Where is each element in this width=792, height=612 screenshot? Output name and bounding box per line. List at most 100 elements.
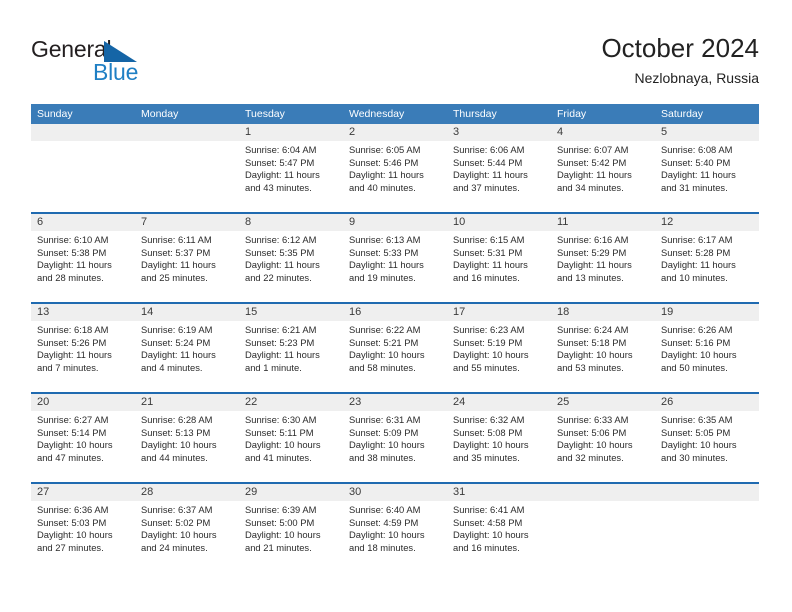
calendar-day-cell[interactable]: 13 Sunrise: 6:18 AM Sunset: 5:26 PM Dayligh… <box>31 304 135 392</box>
calendar-day-cell[interactable]: 16 Sunrise: 6:22 AM Sunset: 5:21 PM Dayligh… <box>343 304 447 392</box>
weekday-header-saturday: Saturday <box>661 108 704 120</box>
calendar-day-cell[interactable]: 25 Sunrise: 6:33 AM Sunset: 5:06 PM Dayligh… <box>551 394 655 482</box>
day-number <box>135 124 239 141</box>
calendar-day-cell[interactable]: 26 Sunrise: 6:35 AM Sunset: 5:05 PM Dayligh… <box>655 394 759 482</box>
calendar-day-cell[interactable]: 14 Sunrise: 6:19 AM Sunset: 5:24 PM Dayligh… <box>135 304 239 392</box>
sunrise-text: Sunrise: 6:12 AM <box>245 234 317 245</box>
calendar-week-row: 6 Sunrise: 6:10 AM Sunset: 5:38 PM Daylight… <box>31 212 759 302</box>
daylight-text: Daylight: 10 hours and 58 minutes. <box>349 349 425 373</box>
day-sun-info: Sunrise: 6:23 AM Sunset: 5:19 PM Daylight:… <box>447 321 551 374</box>
sunset-text: Sunset: 5:38 PM <box>37 246 107 258</box>
calendar-day-cell[interactable]: 28 Sunrise: 6:37 AM Sunset: 5:02 PM Dayligh… <box>135 484 239 572</box>
sunset-text: Sunset: 5:00 PM <box>245 516 315 528</box>
day-sun-info: Sunrise: 6:15 AM Sunset: 5:31 PM Daylight:… <box>447 231 551 284</box>
day-number: 13 <box>31 304 135 321</box>
sunset-text: Sunset: 5:40 PM <box>661 156 731 168</box>
sunset-text: Sunset: 5:14 PM <box>37 426 107 438</box>
day-number: 23 <box>343 394 447 411</box>
day-number: 3 <box>447 124 551 141</box>
calendar-day-cell[interactable]: 9 Sunrise: 6:13 AM Sunset: 5:33 PM Daylight… <box>343 214 447 302</box>
calendar-day-cell-empty <box>655 484 759 572</box>
calendar-day-cell[interactable]: 29 Sunrise: 6:39 AM Sunset: 5:00 PM Dayligh… <box>239 484 343 572</box>
day-number <box>551 484 655 501</box>
calendar-day-cell[interactable]: 1 Sunrise: 6:04 AM Sunset: 5:47 PM Daylight… <box>239 124 343 212</box>
day-sun-info: Sunrise: 6:12 AM Sunset: 5:35 PM Daylight:… <box>239 231 343 284</box>
calendar-week-row: 20 Sunrise: 6:27 AM Sunset: 5:14 PM Dayligh… <box>31 392 759 482</box>
day-sun-info: Sunrise: 6:05 AM Sunset: 5:46 PM Daylight:… <box>343 141 447 194</box>
calendar-day-cell[interactable]: 5 Sunrise: 6:08 AM Sunset: 5:40 PM Daylight… <box>655 124 759 212</box>
calendar-day-cell[interactable]: 27 Sunrise: 6:36 AM Sunset: 5:03 PM Dayligh… <box>31 484 135 572</box>
day-number <box>31 124 135 141</box>
day-number: 27 <box>31 484 135 501</box>
weeks-container: 1 Sunrise: 6:04 AM Sunset: 5:47 PM Daylight… <box>31 124 759 572</box>
sunrise-text: Sunrise: 6:40 AM <box>349 504 421 515</box>
calendar-day-cell[interactable]: 6 Sunrise: 6:10 AM Sunset: 5:38 PM Daylight… <box>31 214 135 302</box>
day-number: 2 <box>343 124 447 141</box>
sunset-text: Sunset: 5:19 PM <box>453 336 523 348</box>
daylight-text: Daylight: 10 hours and 47 minutes. <box>37 439 113 463</box>
day-sun-info: Sunrise: 6:24 AM Sunset: 5:18 PM Daylight:… <box>551 321 655 374</box>
sunrise-text: Sunrise: 6:06 AM <box>453 144 525 155</box>
calendar-week-row: 27 Sunrise: 6:36 AM Sunset: 5:03 PM Dayligh… <box>31 482 759 572</box>
daylight-text: Daylight: 11 hours and 19 minutes. <box>349 259 424 283</box>
day-sun-info: Sunrise: 6:10 AM Sunset: 5:38 PM Daylight:… <box>31 231 135 284</box>
daylight-text: Daylight: 11 hours and 10 minutes. <box>661 259 736 283</box>
calendar-day-cell[interactable]: 17 Sunrise: 6:23 AM Sunset: 5:19 PM Dayligh… <box>447 304 551 392</box>
sunrise-text: Sunrise: 6:30 AM <box>245 414 317 425</box>
day-sun-info: Sunrise: 6:04 AM Sunset: 5:47 PM Daylight:… <box>239 141 343 194</box>
sunset-text: Sunset: 5:35 PM <box>245 246 315 258</box>
daylight-text: Daylight: 11 hours and 31 minutes. <box>661 169 736 193</box>
sunrise-text: Sunrise: 6:31 AM <box>349 414 421 425</box>
day-number: 15 <box>239 304 343 321</box>
day-number: 8 <box>239 214 343 231</box>
calendar-day-cell[interactable]: 31 Sunrise: 6:41 AM Sunset: 4:58 PM Dayligh… <box>447 484 551 572</box>
daylight-text: Daylight: 11 hours and 37 minutes. <box>453 169 528 193</box>
day-number: 14 <box>135 304 239 321</box>
daylight-text: Daylight: 10 hours and 53 minutes. <box>557 349 633 373</box>
sunrise-text: Sunrise: 6:22 AM <box>349 324 421 335</box>
calendar-day-cell[interactable]: 12 Sunrise: 6:17 AM Sunset: 5:28 PM Dayligh… <box>655 214 759 302</box>
day-number: 25 <box>551 394 655 411</box>
day-number <box>655 484 759 501</box>
daylight-text: Daylight: 11 hours and 13 minutes. <box>557 259 632 283</box>
sunset-text: Sunset: 5:08 PM <box>453 426 523 438</box>
calendar-day-cell[interactable]: 2 Sunrise: 6:05 AM Sunset: 5:46 PM Daylight… <box>343 124 447 212</box>
logo-text-blue: Blue <box>93 59 139 85</box>
sunrise-text: Sunrise: 6:24 AM <box>557 324 629 335</box>
day-sun-info: Sunrise: 6:16 AM Sunset: 5:29 PM Daylight:… <box>551 231 655 284</box>
day-number: 10 <box>447 214 551 231</box>
calendar-day-cell[interactable]: 10 Sunrise: 6:15 AM Sunset: 5:31 PM Dayligh… <box>447 214 551 302</box>
day-number: 22 <box>239 394 343 411</box>
sunset-text: Sunset: 5:28 PM <box>661 246 731 258</box>
day-number: 12 <box>655 214 759 231</box>
day-number: 24 <box>447 394 551 411</box>
day-sun-info: Sunrise: 6:08 AM Sunset: 5:40 PM Daylight:… <box>655 141 759 194</box>
calendar-day-cell[interactable]: 20 Sunrise: 6:27 AM Sunset: 5:14 PM Dayligh… <box>31 394 135 482</box>
sunrise-text: Sunrise: 6:23 AM <box>453 324 525 335</box>
day-number: 1 <box>239 124 343 141</box>
sunset-text: Sunset: 4:58 PM <box>453 516 523 528</box>
calendar-day-cell[interactable]: 3 Sunrise: 6:06 AM Sunset: 5:44 PM Daylight… <box>447 124 551 212</box>
calendar-day-cell[interactable]: 7 Sunrise: 6:11 AM Sunset: 5:37 PM Daylight… <box>135 214 239 302</box>
daylight-text: Daylight: 10 hours and 18 minutes. <box>349 529 425 553</box>
calendar-day-cell[interactable]: 23 Sunrise: 6:31 AM Sunset: 5:09 PM Dayligh… <box>343 394 447 482</box>
day-number: 29 <box>239 484 343 501</box>
sunrise-text: Sunrise: 6:13 AM <box>349 234 421 245</box>
day-sun-info: Sunrise: 6:36 AM Sunset: 5:03 PM Daylight:… <box>31 501 135 554</box>
calendar-day-cell[interactable]: 24 Sunrise: 6:32 AM Sunset: 5:08 PM Dayligh… <box>447 394 551 482</box>
calendar-day-cell[interactable]: 21 Sunrise: 6:28 AM Sunset: 5:13 PM Dayligh… <box>135 394 239 482</box>
sunrise-text: Sunrise: 6:37 AM <box>141 504 213 515</box>
sunset-text: Sunset: 5:16 PM <box>661 336 731 348</box>
day-sun-info: Sunrise: 6:37 AM Sunset: 5:02 PM Daylight:… <box>135 501 239 554</box>
day-sun-info: Sunrise: 6:31 AM Sunset: 5:09 PM Daylight:… <box>343 411 447 464</box>
calendar-day-cell[interactable]: 30 Sunrise: 6:40 AM Sunset: 4:59 PM Dayligh… <box>343 484 447 572</box>
sunset-text: Sunset: 5:02 PM <box>141 516 211 528</box>
calendar-day-cell[interactable]: 18 Sunrise: 6:24 AM Sunset: 5:18 PM Dayligh… <box>551 304 655 392</box>
calendar-day-cell[interactable]: 4 Sunrise: 6:07 AM Sunset: 5:42 PM Daylight… <box>551 124 655 212</box>
calendar-day-cell[interactable]: 15 Sunrise: 6:21 AM Sunset: 5:23 PM Dayligh… <box>239 304 343 392</box>
calendar-day-cell[interactable]: 11 Sunrise: 6:16 AM Sunset: 5:29 PM Dayligh… <box>551 214 655 302</box>
day-sun-info: Sunrise: 6:40 AM Sunset: 4:59 PM Daylight:… <box>343 501 447 554</box>
calendar-day-cell[interactable]: 22 Sunrise: 6:30 AM Sunset: 5:11 PM Dayligh… <box>239 394 343 482</box>
calendar-day-cell[interactable]: 19 Sunrise: 6:26 AM Sunset: 5:16 PM Dayligh… <box>655 304 759 392</box>
calendar-day-cell[interactable]: 8 Sunrise: 6:12 AM Sunset: 5:35 PM Daylight… <box>239 214 343 302</box>
